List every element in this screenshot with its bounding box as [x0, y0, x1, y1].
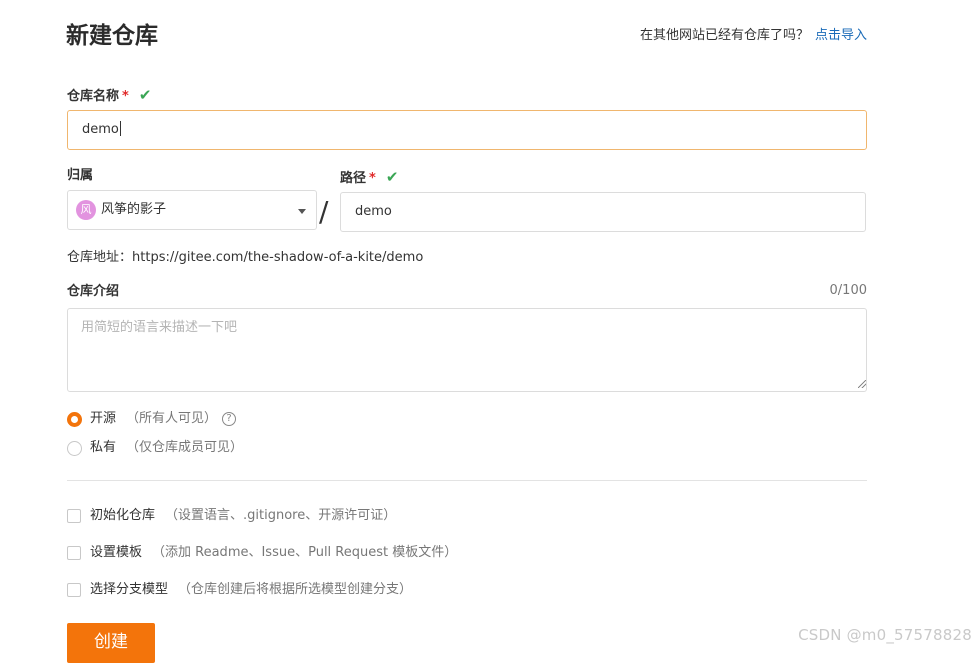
radio-public-label: 开源 [90, 411, 117, 426]
template-label: 设置模板 [90, 545, 143, 560]
branch-model-checkbox[interactable] [67, 583, 81, 597]
import-prompt: 在其他网站已经有仓库了吗？ 点击导入 [640, 27, 867, 45]
owner-label: 归属 [67, 168, 94, 183]
watermark: CSDN @m0_57578828 [798, 626, 972, 644]
create-button[interactable]: 创建 [67, 623, 155, 663]
branch-model-option[interactable]: 选择分支模型 （仓库创建后将根据所选模型创建分支） [67, 581, 412, 599]
path-label-row: 路径 * ✔ [340, 168, 398, 188]
check-icon: ✔ [385, 168, 399, 186]
branch-model-hint: （仓库创建后将根据所选模型创建分支） [178, 582, 413, 597]
required-mark: * [122, 89, 129, 104]
check-icon: ✔ [138, 86, 152, 104]
radio-public-hint: （所有人可见） [126, 411, 218, 426]
radio-private-hint: （仅仓库成员可见） [126, 440, 244, 455]
repo-address-label: 仓库地址： [67, 250, 133, 265]
intro-label: 仓库介绍 [67, 284, 120, 299]
import-prompt-text: 在其他网站已经有仓库了吗？ [639, 28, 809, 43]
radio-private[interactable]: 私有 （仅仓库成员可见） [67, 439, 243, 457]
radio-public[interactable]: 开源 （所有人可见） ? [67, 410, 237, 428]
repo-address: 仓库地址：https://gitee.com/the-shadow-of-a-k… [67, 249, 423, 267]
template-option[interactable]: 设置模板 （添加 Readme、Issue、Pull Request 模板文件） [67, 544, 457, 562]
required-mark: * [369, 171, 376, 186]
path-input[interactable]: demo [340, 192, 866, 232]
intro-char-counter: 0/100 [829, 283, 867, 298]
resize-handle-icon[interactable] [858, 380, 866, 388]
template-hint: （添加 Readme、Issue、Pull Request 模板文件） [152, 545, 458, 560]
import-link[interactable]: 点击导入 [815, 28, 867, 43]
init-repo-label: 初始化仓库 [90, 508, 156, 523]
path-label: 路径 [340, 171, 367, 186]
chevron-down-icon [298, 209, 306, 214]
repo-name-label-row: 仓库名称 * ✔ [67, 86, 151, 106]
repo-name-input[interactable]: demo [67, 110, 867, 150]
template-checkbox[interactable] [67, 546, 81, 560]
repo-name-value: demo [82, 122, 119, 137]
repo-address-url: https://gitee.com/the-shadow-of-a-kite/d… [132, 250, 424, 265]
radio-public-button[interactable] [67, 411, 82, 427]
repo-name-label: 仓库名称 [67, 89, 120, 104]
radio-private-button[interactable] [67, 440, 82, 456]
init-repo-checkbox[interactable] [67, 509, 81, 523]
avatar: 风 [76, 200, 96, 220]
owner-value: 风筝的影子 [101, 202, 167, 217]
divider [67, 480, 867, 481]
owner-select[interactable]: 风 风筝的影子 [67, 190, 317, 230]
path-value: demo [355, 204, 392, 219]
intro-textarea[interactable] [67, 308, 867, 392]
help-icon[interactable]: ? [222, 412, 237, 426]
init-repo-hint: （设置语言、.gitignore、开源许可证） [165, 508, 397, 523]
init-repo-option[interactable]: 初始化仓库 （设置语言、.gitignore、开源许可证） [67, 507, 396, 525]
text-caret [119, 121, 121, 136]
path-separator: / [319, 195, 329, 228]
page-title: 新建仓库 [66, 23, 158, 49]
branch-model-label: 选择分支模型 [90, 582, 169, 597]
radio-private-label: 私有 [90, 440, 117, 455]
